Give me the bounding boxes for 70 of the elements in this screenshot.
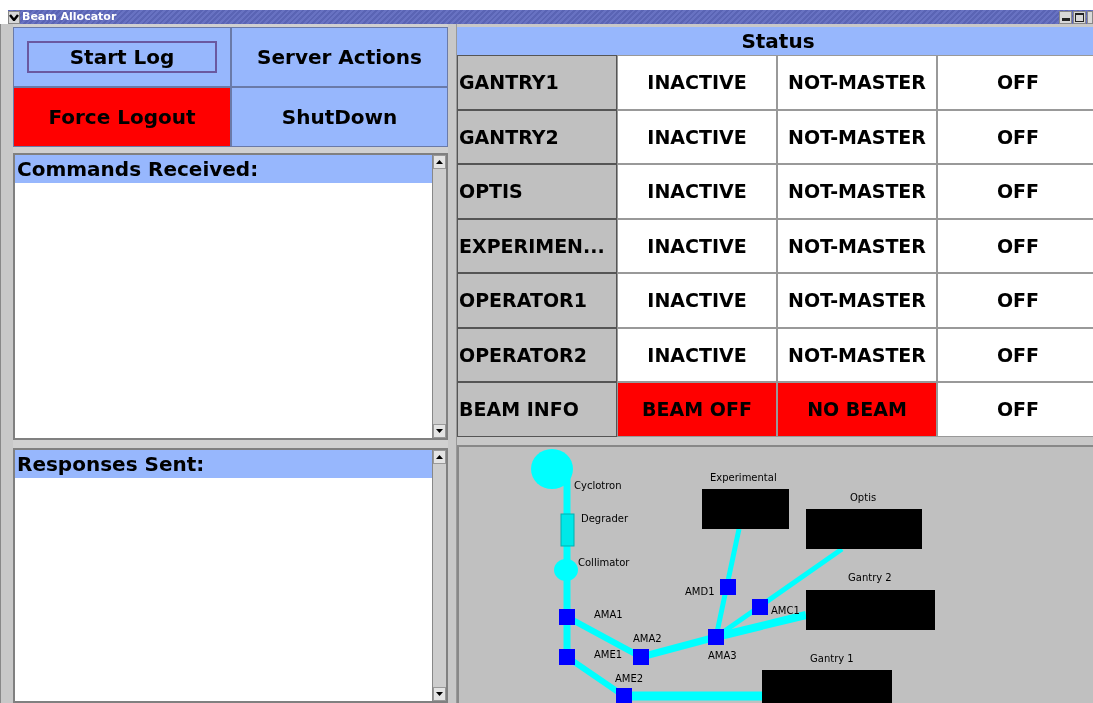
minimize-button[interactable]	[1059, 10, 1072, 24]
status-cell: OFF	[937, 218, 1093, 273]
status-cell: INACTIVE	[617, 327, 777, 382]
panel-title: Responses Sent:	[15, 449, 432, 478]
action-button[interactable]: Start Log	[13, 27, 231, 87]
node-label: AMA3	[708, 649, 737, 661]
scrollbar[interactable]	[432, 449, 446, 701]
station-name-cell: EXPERIMEN...	[457, 218, 617, 273]
scroll-down-icon	[436, 692, 443, 696]
node-label: Collimator	[578, 556, 630, 568]
status-cell: NOT-MASTER	[777, 55, 937, 110]
action-button[interactable]: Server Actions	[231, 27, 448, 87]
magnet-node	[708, 628, 724, 645]
scroll-up-icon	[436, 160, 443, 164]
status-cell: OFF	[937, 273, 1093, 328]
node-label: AMA2	[633, 632, 662, 644]
magnet-node	[752, 598, 768, 615]
magnet-node	[616, 687, 632, 703]
station-name-cell: GANTRY2	[457, 109, 617, 164]
magnet-node	[720, 578, 736, 595]
station-name-cell: GANTRY1	[457, 55, 617, 110]
status-cell: INACTIVE	[617, 273, 777, 328]
node-label: Gantry 1	[810, 652, 854, 664]
node-label: Degrader	[581, 512, 629, 524]
node-label: AMD1	[685, 585, 715, 597]
action-button[interactable]: ShutDown	[231, 87, 448, 147]
node-label: AME1	[594, 648, 623, 660]
status-cell: OFF	[937, 55, 1093, 110]
status-cell: OFF	[937, 382, 1093, 437]
status-cell: NOT-MASTER	[777, 218, 937, 273]
station-name-cell: OPTIS	[457, 164, 617, 219]
scroll-up-icon	[436, 454, 443, 459]
station-name-cell: BEAM INFO	[457, 382, 617, 437]
status-cell: INACTIVE	[617, 109, 777, 164]
maximize-icon	[1075, 12, 1084, 22]
scroll-down-icon	[436, 428, 443, 433]
action-button[interactable]: Force Logout	[13, 87, 231, 147]
magnet-node	[633, 648, 649, 665]
status-cell: OFF	[937, 327, 1093, 382]
node-label: AMA1	[594, 608, 623, 620]
node-label: Cyclotron	[574, 479, 622, 491]
maximize-button[interactable]	[1073, 10, 1086, 24]
chevron-icon[interactable]	[9, 13, 19, 21]
status-cell: INACTIVE	[617, 218, 777, 273]
cyclotron-node	[531, 448, 573, 489]
status-cell: OFF	[937, 109, 1093, 164]
station-name-cell: OPERATOR1	[457, 273, 617, 328]
status-cell: OFF	[937, 164, 1093, 219]
status-cell: NO BEAM	[777, 382, 937, 437]
magnet-node	[559, 608, 575, 625]
magnet-node	[559, 648, 575, 665]
status-cell: INACTIVE	[617, 55, 777, 110]
node-label: AME2	[615, 672, 644, 684]
status-cell: NOT-MASTER	[777, 327, 937, 382]
status-cell: NOT-MASTER	[777, 109, 937, 164]
node-label: AMC1	[771, 604, 800, 616]
scrollbar[interactable]	[432, 155, 446, 438]
station-name-cell: OPERATOR2	[457, 327, 617, 382]
window-title: Beam Allocator	[21, 10, 118, 24]
collimator-node	[554, 558, 578, 581]
degrader-node	[560, 513, 575, 546]
status-title: Status	[457, 27, 1093, 55]
panel-title: Commands Received:	[15, 155, 432, 183]
node-label: Experimental	[710, 471, 777, 483]
node-label: Optis	[850, 491, 877, 503]
status-cell: NOT-MASTER	[777, 273, 937, 328]
node-label: Gantry 2	[848, 571, 892, 583]
status-cell: INACTIVE	[617, 164, 777, 219]
status-cell: BEAM OFF	[617, 382, 777, 437]
status-cell: NOT-MASTER	[777, 164, 937, 219]
